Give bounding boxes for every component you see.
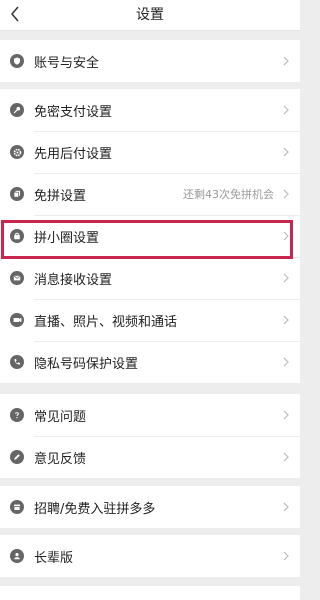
free-group-remaining-text: 还剩43次免拼机会 [183,188,274,201]
row-label: 拼小圈设置 [34,230,100,246]
key-icon [10,103,24,117]
settings-row-elder-mode[interactable]: 长辈版 [0,535,300,577]
settings-row-live-photo-video-call[interactable]: 直播、照片、视频和通话 [0,299,300,341]
chevron-right-icon [280,104,292,116]
video-icon [10,313,24,327]
chevron-right-icon [280,501,292,513]
settings-row-message-receive[interactable]: 消息接收设置 [0,257,300,299]
next-group-peek [0,586,300,600]
chevron-right-icon [280,550,292,562]
settings-row-privacy-number[interactable]: 隐私号码保护设置 [0,341,300,383]
settings-row-free-group[interactable]: 免拼设置 还剩43次免拼机会 [0,173,300,215]
page-title: 设置 [136,7,164,23]
row-label: 招聘/免费入驻拼多多 [34,501,156,517]
settings-group-recruit: 招聘/免费入驻拼多多 [0,486,300,528]
row-label: 意见反馈 [34,451,87,467]
row-label: 先用后付设置 [34,146,113,162]
settings-row-feedback[interactable]: 意见反馈 [0,436,300,478]
mail-icon [10,271,24,285]
row-label: 直播、照片、视频和通话 [34,314,178,330]
settings-group-main: 免密支付设置 先用后付设置 免拼设置 还剩43次免拼机会 拼小圈设置 消息接收设… [0,89,300,383]
settings-row-recruit[interactable]: 招聘/免费入驻拼多多 [0,486,300,528]
row-label: 免拼设置 [34,188,87,204]
chevron-right-icon [280,356,292,368]
settings-group-help: 常见问题 意见反馈 [0,394,300,478]
chevron-right-icon [280,55,292,67]
settings-row-password-free-pay[interactable]: 免密支付设置 [0,89,300,131]
chevron-right-icon [280,230,292,242]
phone-icon [10,355,24,369]
gear-icon [10,145,24,159]
row-label: 隐私号码保护设置 [34,356,139,372]
copy-icon [10,187,24,201]
row-label: 常见问题 [34,409,87,425]
settings-row-pay-later[interactable]: 先用后付设置 [0,131,300,173]
top-bar: 设置 [0,0,300,31]
row-label: 长辈版 [34,550,74,566]
edit-icon [10,450,24,464]
settings-row-faq[interactable]: 常见问题 [0,394,300,436]
settings-group-account: 账号与安全 [0,40,300,82]
store-icon [10,500,24,514]
bag-icon [10,229,24,243]
settings-row-pinxiaoquan[interactable]: 拼小圈设置 [0,215,300,257]
person-icon [10,549,24,563]
question-icon [10,408,24,422]
shield-icon [10,54,24,68]
settings-group-elder: 长辈版 [0,535,300,577]
chevron-right-icon [280,272,292,284]
settings-row-account-security[interactable]: 账号与安全 [0,40,300,82]
chevron-right-icon [280,314,292,326]
chevron-right-icon [280,451,292,463]
row-label: 消息接收设置 [34,272,113,288]
chevron-right-icon [280,146,292,158]
chevron-right-icon [280,409,292,421]
row-label: 免密支付设置 [34,104,113,120]
chevron-right-icon [280,188,292,200]
row-label: 账号与安全 [34,55,100,71]
